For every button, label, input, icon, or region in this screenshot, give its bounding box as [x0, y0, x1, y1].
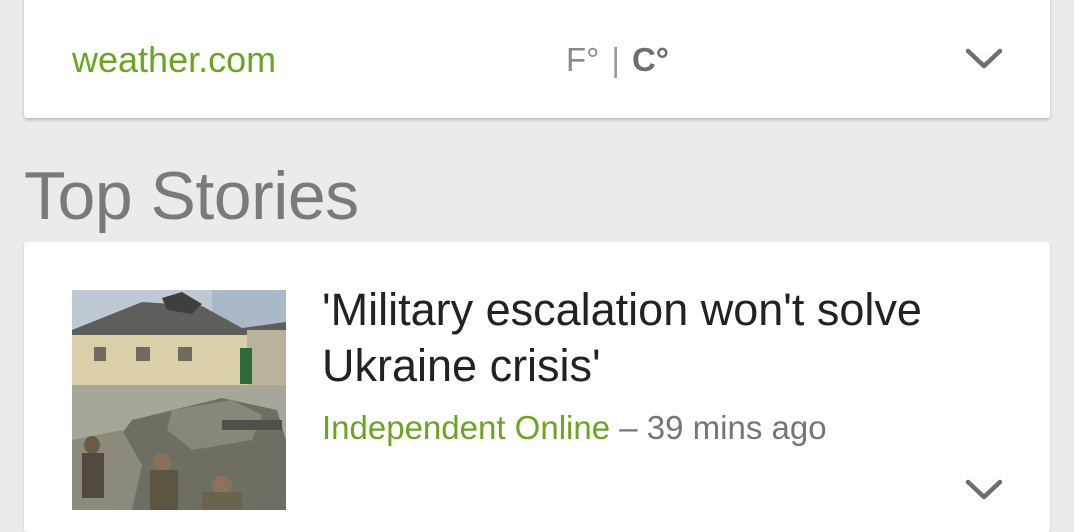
weather-source-link[interactable]: weather.com: [72, 40, 276, 80]
section-title: Top Stories: [24, 158, 359, 234]
chevron-down-icon[interactable]: [964, 47, 1004, 71]
story-source[interactable]: Independent Online: [322, 409, 610, 446]
story-headline[interactable]: 'Military escalation won't solve Ukraine…: [322, 282, 1022, 394]
story-time: 39 mins ago: [646, 409, 827, 446]
celsius-option[interactable]: C°: [632, 41, 669, 78]
fahrenheit-option[interactable]: F°: [566, 41, 599, 78]
unit-separator: |: [611, 41, 620, 78]
chevron-down-icon[interactable]: [964, 478, 1004, 502]
story-image: [72, 290, 286, 510]
meta-separator: –: [619, 409, 638, 446]
story-thumbnail[interactable]: [72, 290, 286, 510]
story-meta: Independent Online – 39 mins ago: [322, 408, 827, 448]
temperature-unit-toggle[interactable]: F° | C°: [566, 40, 669, 80]
weather-card: weather.com F° | C°: [24, 0, 1050, 118]
story-card[interactable]: 'Military escalation won't solve Ukraine…: [24, 242, 1050, 532]
